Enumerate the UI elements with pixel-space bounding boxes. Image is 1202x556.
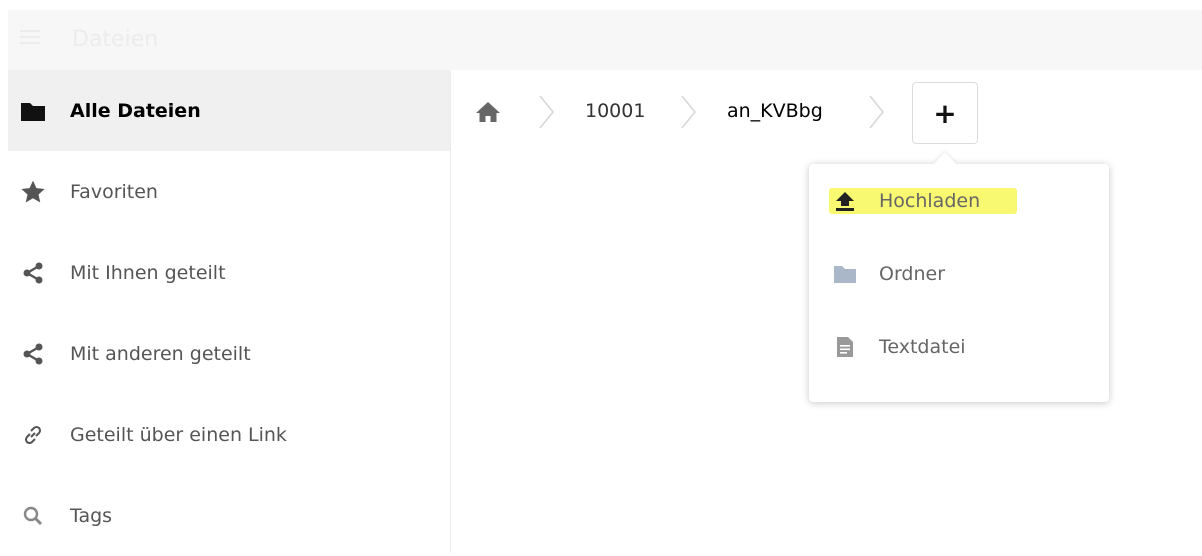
breadcrumb-separator-icon xyxy=(539,95,554,129)
link-icon xyxy=(20,422,46,448)
sidebar: Alle Dateien Favoriten Mit Ihnen geteilt… xyxy=(8,70,451,553)
sidebar-item-all-files[interactable]: Alle Dateien xyxy=(8,70,450,151)
sidebar-item-favorites[interactable]: Favoriten xyxy=(8,151,450,232)
home-icon[interactable] xyxy=(475,100,501,124)
sidebar-item-label: Alle Dateien xyxy=(70,99,201,122)
folder-icon xyxy=(833,262,857,286)
share-icon xyxy=(20,341,46,367)
menu-item-label: Textdatei xyxy=(879,335,966,358)
star-icon xyxy=(20,179,46,205)
sidebar-item-shared-with-others[interactable]: Mit anderen geteilt xyxy=(8,313,450,394)
breadcrumb-item-current[interactable]: an_KVBbg xyxy=(727,100,823,122)
sidebar-item-shared-with-you[interactable]: Mit Ihnen geteilt xyxy=(8,232,450,313)
upload-icon xyxy=(833,189,857,213)
sidebar-item-label: Mit anderen geteilt xyxy=(70,342,251,365)
menu-item-folder[interactable]: Ordner xyxy=(809,237,1109,310)
main-content: 10001 an_KVBbg + Hochladen Ordner Textda… xyxy=(451,70,1202,553)
menu-item-text-file[interactable]: Textdatei xyxy=(809,310,1109,383)
sidebar-item-label: Mit Ihnen geteilt xyxy=(70,261,226,284)
text-file-icon xyxy=(833,335,857,359)
breadcrumb-separator-icon xyxy=(681,95,696,129)
menu-item-label: Hochladen xyxy=(879,189,981,212)
app-header: Dateien xyxy=(8,10,1202,70)
sidebar-item-shared-by-link[interactable]: Geteilt über einen Link xyxy=(8,394,450,475)
sidebar-item-label: Geteilt über einen Link xyxy=(70,423,287,446)
new-menu-popover: Hochladen Ordner Textdatei xyxy=(809,152,1109,402)
breadcrumb-item[interactable]: 10001 xyxy=(585,100,645,122)
folder-icon xyxy=(20,98,46,124)
search-icon xyxy=(20,503,46,529)
sidebar-item-label: Favoriten xyxy=(70,180,158,203)
menu-icon[interactable] xyxy=(20,30,40,44)
app-title: Dateien xyxy=(72,27,159,52)
sidebar-item-label: Tags xyxy=(70,504,113,527)
breadcrumb-separator-icon xyxy=(869,95,884,129)
menu-item-upload[interactable]: Hochladen xyxy=(809,164,1109,237)
menu-item-label: Ordner xyxy=(879,262,946,285)
add-new-button[interactable]: + xyxy=(912,82,978,144)
breadcrumb: 10001 an_KVBbg + xyxy=(451,70,1202,158)
share-icon xyxy=(20,260,46,286)
sidebar-item-tags[interactable]: Tags xyxy=(8,475,450,556)
